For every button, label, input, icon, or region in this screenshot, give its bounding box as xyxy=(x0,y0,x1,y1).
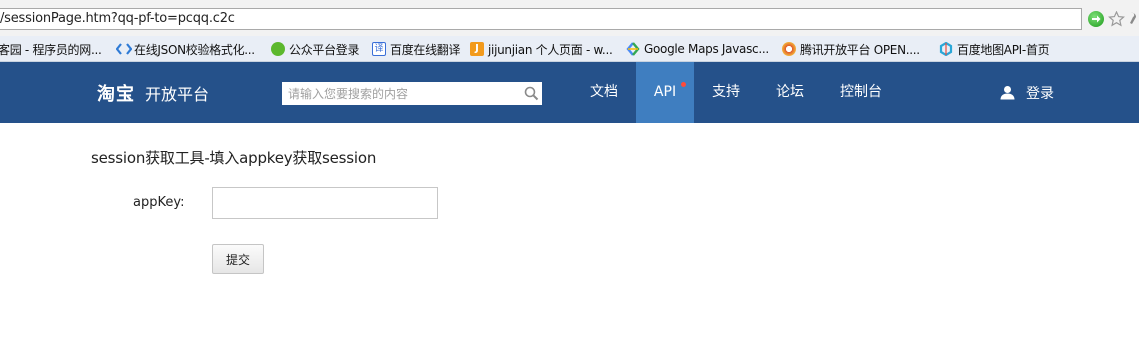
bookmark-item[interactable]: 在线JSON校验格式化... xyxy=(115,40,255,58)
browser-address-bar: /sessionPage.htm?qq-pf-to=pcqq.c2c xyxy=(0,0,1139,36)
nav-item-console[interactable]: 控制台 xyxy=(832,62,890,123)
nav-label: 控制台 xyxy=(840,84,882,100)
nav-label: API xyxy=(653,84,677,100)
nav-item-docs[interactable]: 文档 xyxy=(580,62,628,123)
wrench-icon[interactable] xyxy=(1128,11,1139,27)
bookmark-label: 公众平台登录 xyxy=(289,42,360,57)
bookmark-label: 百度在线翻译 xyxy=(390,42,461,57)
iteye-icon: J xyxy=(470,42,484,56)
appkey-label: appKey: xyxy=(133,195,185,210)
bookmark-item[interactable]: 腾讯开放平台 OPEN.... xyxy=(782,40,920,58)
bookmark-item[interactable]: Google Maps Javasc... xyxy=(626,40,769,58)
url-field[interactable]: /sessionPage.htm?qq-pf-to=pcqq.c2c xyxy=(0,8,1082,30)
site-logo[interactable]: 淘宝 开放平台 xyxy=(97,80,209,106)
user-icon xyxy=(1000,86,1015,100)
notification-dot xyxy=(681,82,686,87)
nav-label: 论坛 xyxy=(776,84,804,100)
bookmarks-bar: 客园 - 程序员的网... 在线JSON校验格式化... 公众平台登录 译 百度… xyxy=(0,36,1139,62)
translate-icon: 译 xyxy=(372,42,386,56)
bookmark-item[interactable]: 译 百度在线翻译 xyxy=(372,40,461,58)
bookmark-label: 腾讯开放平台 OPEN.... xyxy=(800,42,920,57)
appkey-input[interactable] xyxy=(212,187,438,219)
nav-label: 文档 xyxy=(590,84,618,100)
wechat-icon xyxy=(271,42,285,56)
submit-button[interactable]: 提交 xyxy=(212,244,264,274)
star-icon[interactable] xyxy=(1108,11,1125,27)
bookmark-item[interactable]: 公众平台登录 xyxy=(271,40,360,58)
bookmark-label: 在线JSON校验格式化... xyxy=(134,42,255,57)
bookmark-item[interactable]: J jijunjian 个人页面 - w... xyxy=(470,40,613,58)
bookmark-label: 百度地图API-首页 xyxy=(957,42,1050,57)
bookmark-item[interactable]: 百度地图API-首页 xyxy=(939,40,1050,58)
nav-item-forum[interactable]: 论坛 xyxy=(766,62,814,123)
bookmark-label: jijunjian 个人页面 - w... xyxy=(488,42,613,57)
nav-label: 支持 xyxy=(712,84,740,100)
bookmark-label: Google Maps Javasc... xyxy=(644,42,769,56)
logo-mark: 淘宝 xyxy=(97,84,135,105)
login-link[interactable]: 登录 xyxy=(1000,62,1054,123)
logo-subtitle: 开放平台 xyxy=(145,85,210,104)
json-icon xyxy=(115,42,133,56)
search-icon[interactable] xyxy=(524,86,539,101)
site-header: 淘宝 开放平台 文档 API 支持 论坛 控制台 登录 xyxy=(0,62,1139,123)
baidu-map-icon xyxy=(939,41,953,57)
bookmark-item[interactable]: 客园 - 程序员的网... xyxy=(0,40,102,58)
bookmark-label: 客园 - 程序员的网... xyxy=(0,42,102,57)
go-arrow-icon[interactable] xyxy=(1088,11,1104,27)
login-label: 登录 xyxy=(1026,85,1054,102)
nav-item-api[interactable]: API xyxy=(636,62,694,123)
tencent-icon xyxy=(782,42,796,56)
url-text: /sessionPage.htm?qq-pf-to=pcqq.c2c xyxy=(0,11,235,26)
nav-item-support[interactable]: 支持 xyxy=(702,62,750,123)
search-input[interactable] xyxy=(282,82,518,105)
page-title: session获取工具-填入appkey获取session xyxy=(91,149,377,167)
search-box xyxy=(282,82,542,105)
google-icon xyxy=(626,42,640,56)
